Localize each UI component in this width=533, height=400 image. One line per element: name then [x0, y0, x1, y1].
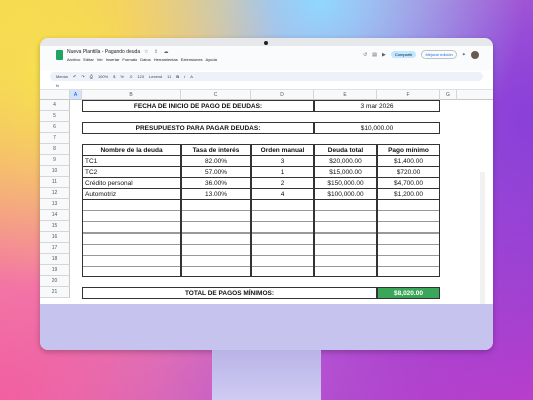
star-icon[interactable]: ☆ ⇪ ☁ [144, 49, 170, 55]
empty-interest-rates[interactable] [181, 199, 251, 277]
total-minimum-payments-value[interactable]: $8,020.00 [377, 287, 440, 299]
row-header[interactable]: 11 [40, 177, 70, 188]
menu-editar[interactable]: Editar [83, 57, 93, 62]
currency-button[interactable]: $ [113, 74, 115, 79]
row-header[interactable]: 14 [40, 210, 70, 221]
menu-datos[interactable]: Datos [140, 57, 150, 62]
menu-ayuda[interactable]: Ayuda [206, 57, 217, 62]
share-button[interactable]: Compartir [390, 51, 417, 58]
column-header-spacer [457, 90, 493, 100]
empty-manual-orders[interactable] [251, 199, 314, 277]
font-select[interactable]: Lexend [149, 74, 162, 79]
row-header[interactable]: 7 [40, 133, 70, 144]
print-icon[interactable]: ⎙ [90, 74, 93, 79]
row-header[interactable]: 13 [40, 199, 70, 210]
header-actions: ↺ ▤ ▶ Compartir Mejorar edición ✦ [363, 50, 479, 59]
empty-total-debts[interactable] [314, 199, 377, 277]
row-header[interactable]: 18 [40, 254, 70, 265]
row-header[interactable]: 4 [40, 100, 70, 111]
gemini-icon[interactable]: ✦ [462, 52, 466, 58]
decimals-button[interactable]: .0 [129, 74, 132, 79]
row-header[interactable]: 20 [40, 276, 70, 287]
column-header-e[interactable]: E [314, 90, 377, 100]
row-header[interactable]: 19 [40, 265, 70, 276]
empty-minimum-payments[interactable] [377, 199, 440, 277]
column-header-c[interactable]: C [181, 90, 251, 100]
screen: Nueva Plantilla - Pagando deuda ☆ ⇪ ☁ Ar… [40, 46, 493, 304]
menu-herramientas[interactable]: Herramientas [154, 57, 178, 62]
menu-insertar[interactable]: Insertar [106, 57, 120, 62]
text-color-icon[interactable]: A [190, 74, 193, 79]
menu-bar: Archivo Editar Ver Insertar Formato Dato… [67, 57, 217, 62]
document-title[interactable]: Nueva Plantilla - Pagando deuda [67, 49, 140, 55]
upgrade-button[interactable]: Mejorar edición [421, 50, 457, 59]
row-header[interactable]: 16 [40, 232, 70, 243]
toolbar: Menús ↶ ↷ ⎙ 100% $ % .0 123 Lexend 11 B … [50, 72, 483, 81]
menu-formato[interactable]: Formato [122, 57, 137, 62]
menu-archivo[interactable]: Archivo [67, 57, 80, 62]
corner-select[interactable] [40, 90, 70, 100]
format-button[interactable]: 123 [137, 74, 144, 79]
start-date-label: FECHA DE INICIO DE PAGO DE DEUDAS: [82, 100, 314, 112]
start-date-value[interactable]: 3 mar 2026 [314, 100, 440, 112]
vertical-scrollbar[interactable] [480, 172, 485, 304]
formula-bar[interactable]: fx [40, 83, 493, 90]
row-header[interactable]: 12 [40, 188, 70, 199]
monitor-stand [212, 350, 321, 400]
menu-extensiones[interactable]: Extensiones [181, 57, 203, 62]
column-header-f[interactable]: F [377, 90, 440, 100]
redo-icon[interactable]: ↷ [81, 74, 84, 79]
font-size[interactable]: 11 [167, 74, 171, 79]
spreadsheet-grid: A B C D E F G 4 5 6 7 8 9 10 11 12 13 14… [40, 90, 493, 304]
row-header[interactable]: 9 [40, 155, 70, 166]
italic-icon[interactable]: I [184, 74, 185, 79]
empty-debt-names[interactable] [82, 199, 181, 277]
row-header[interactable]: 8 [40, 144, 70, 155]
monitor: Nueva Plantilla - Pagando deuda ☆ ⇪ ☁ Ar… [40, 38, 493, 350]
budget-value[interactable]: $10,000.00 [314, 122, 440, 134]
meet-icon[interactable]: ▶ [382, 52, 386, 58]
bold-icon[interactable]: B [176, 74, 179, 79]
undo-icon[interactable]: ↶ [73, 74, 76, 79]
column-header-b[interactable]: B [82, 90, 181, 100]
sheets-logo-icon[interactable] [56, 50, 63, 60]
row-header[interactable]: 17 [40, 243, 70, 254]
zoom-select[interactable]: 100% [98, 74, 108, 79]
column-header-a[interactable]: A [70, 90, 82, 100]
row-header[interactable]: 15 [40, 221, 70, 232]
column-header-g[interactable]: G [440, 90, 457, 100]
total-minimum-payments-label: TOTAL DE PAGOS MÍNIMOS: [82, 287, 377, 299]
history-icon[interactable]: ↺ [363, 52, 367, 58]
comment-icon[interactable]: ▤ [372, 52, 377, 58]
monitor-chin [40, 304, 493, 350]
row-header[interactable]: 10 [40, 166, 70, 177]
title-bar: Nueva Plantilla - Pagando deuda ☆ ⇪ ☁ Ar… [40, 46, 493, 70]
menu-ver[interactable]: Ver [97, 57, 103, 62]
avatar[interactable] [471, 50, 479, 59]
search-menus[interactable]: Menús [56, 74, 68, 79]
budget-label: PRESUPUESTO PARA PAGAR DEUDAS: [82, 122, 314, 134]
column-header-d[interactable]: D [251, 90, 314, 100]
row-header[interactable]: 5 [40, 111, 70, 122]
row-header[interactable]: 6 [40, 122, 70, 133]
webcam [264, 41, 268, 45]
percent-button[interactable]: % [120, 74, 124, 79]
row-header[interactable]: 21 [40, 287, 70, 298]
